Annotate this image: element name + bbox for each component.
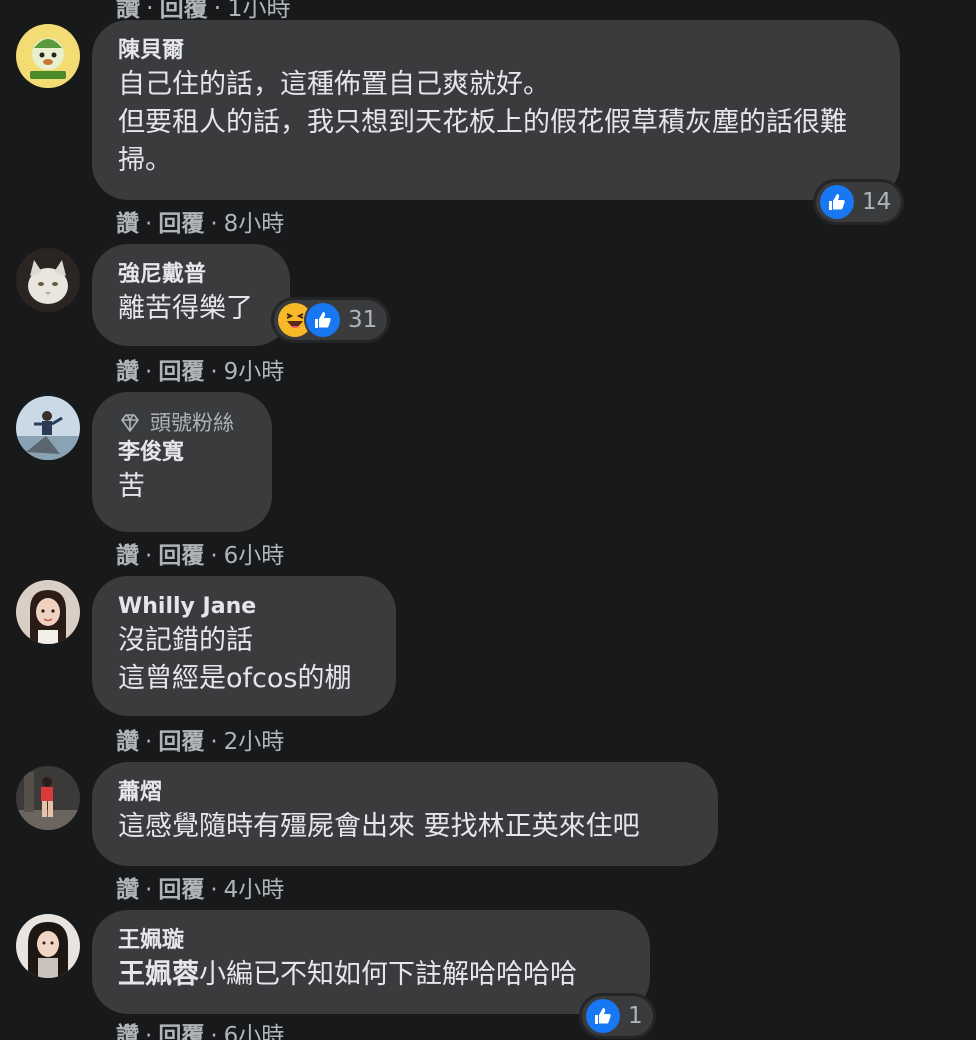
like-link[interactable]: 讚 <box>116 352 139 386</box>
avatar-image <box>16 580 80 644</box>
like-link[interactable]: 讚 <box>116 204 139 238</box>
comment-time[interactable]: 6小時 <box>224 1016 285 1040</box>
comment-text: 苦 <box>118 471 145 502</box>
reaction-summary[interactable]: 14 <box>816 182 902 222</box>
avatar[interactable] <box>16 580 80 644</box>
comment-actions: 讚 · 回覆 · 9小時 <box>116 352 284 386</box>
comment-time[interactable]: 9小時 <box>224 352 285 386</box>
comment-text: 這感覺隨時有殭屍會出來 要找林正英來住吧 <box>118 811 640 842</box>
reply-link[interactable]: 回覆 <box>160 0 208 22</box>
comment-author[interactable]: 強尼戴普 <box>118 260 264 290</box>
avatar[interactable] <box>16 766 80 830</box>
reaction-count: 1 <box>628 1003 643 1029</box>
reaction-summary[interactable]: 1 <box>582 996 653 1036</box>
avatar[interactable] <box>16 914 80 978</box>
avatar-image <box>16 24 80 88</box>
comment-author[interactable]: 李俊寬 <box>118 438 246 468</box>
comment-time[interactable]: 6小時 <box>224 536 285 570</box>
comment-bubble: 頭號粉絲 李俊寬 苦 <box>92 392 272 532</box>
comment-text: 沒記錯的話 這曾經是ofcos的棚 <box>118 625 352 694</box>
comment-actions: 讚 · 回覆 · 6小時 <box>116 1016 284 1040</box>
comment-actions: 讚 · 回覆 · 4小時 <box>116 870 284 904</box>
comment-bubble: 陳貝爾 自己住的話，這種佈置自己爽就好。 但要租人的話，我只想到天花板上的假花假… <box>92 20 900 200</box>
comment-time[interactable]: 2小時 <box>224 722 285 756</box>
avatar-image <box>16 396 80 460</box>
reply-link[interactable]: 回覆 <box>158 536 204 570</box>
comment-text: 自己住的話，這種佈置自己爽就好。 但要租人的話，我只想到天花板上的假花假草積灰塵… <box>118 69 847 176</box>
like-link[interactable]: 讚 <box>116 0 140 22</box>
comment-bubble: 王姵璇 王姵蓉小編已不知如何下註解哈哈哈哈 <box>92 910 650 1014</box>
reply-link[interactable]: 回覆 <box>158 204 204 238</box>
comment-text-body: 小編已不知如何下註解哈哈哈哈 <box>199 959 577 990</box>
reaction-count: 14 <box>862 189 892 215</box>
comment-bubble: Whilly Jane 沒記錯的話 這曾經是ofcos的棚 <box>92 576 396 716</box>
comment-author[interactable]: Whilly Jane <box>118 592 370 622</box>
reply-link[interactable]: 回覆 <box>158 352 204 386</box>
reply-link[interactable]: 回覆 <box>158 870 204 904</box>
avatar-image <box>16 248 80 312</box>
comment-bubble: 強尼戴普 離苦得樂了 <box>92 244 290 346</box>
thumbs-up-icon <box>820 185 854 219</box>
avatar[interactable] <box>16 396 80 460</box>
top-fan-badge[interactable]: 頭號粉絲 <box>118 408 246 438</box>
like-link[interactable]: 讚 <box>116 536 139 570</box>
reply-link[interactable]: 回覆 <box>158 1016 204 1040</box>
like-link[interactable]: 讚 <box>116 722 139 756</box>
comment-bubble: 蕭熠 這感覺隨時有殭屍會出來 要找林正英來住吧 <box>92 762 718 866</box>
reaction-summary[interactable]: 31 <box>274 300 388 340</box>
comment-text: 王姵蓉小編已不知如何下註解哈哈哈哈 <box>118 956 624 994</box>
comment-author[interactable]: 蕭熠 <box>118 778 692 808</box>
reaction-count: 31 <box>348 307 378 333</box>
mention-link[interactable]: 王姵蓉 <box>118 959 199 990</box>
comment-author[interactable]: 王姵璇 <box>118 926 624 956</box>
comment-text: 離苦得樂了 <box>118 293 253 324</box>
thumbs-up-icon <box>306 303 340 337</box>
like-link[interactable]: 讚 <box>116 1016 139 1040</box>
avatar-image <box>16 766 80 830</box>
diamond-icon <box>121 414 139 432</box>
thumbs-up-icon <box>586 999 620 1033</box>
comment-actions: 讚 · 回覆 · 8小時 <box>116 204 284 238</box>
avatar[interactable] <box>16 248 80 312</box>
comments-section: 讚 · 回覆 · 1小時 陳貝爾 自己住的話，這種佈置自己爽就好。 但要租人的話，我只想… <box>0 0 976 1040</box>
comment-author[interactable]: 陳貝爾 <box>118 36 874 66</box>
comment-actions: 讚 · 回覆 · 6小時 <box>116 536 284 570</box>
like-link[interactable]: 讚 <box>116 870 139 904</box>
badge-label: 頭號粉絲 <box>150 411 234 435</box>
avatar-image <box>16 914 80 978</box>
avatar[interactable] <box>16 24 80 88</box>
comment-time[interactable]: 4小時 <box>224 870 285 904</box>
comment-actions: 讚 · 回覆 · 2小時 <box>116 722 284 756</box>
comment-time[interactable]: 8小時 <box>224 204 285 238</box>
comment-time[interactable]: 1小時 <box>227 0 290 22</box>
reply-link[interactable]: 回覆 <box>158 722 204 756</box>
